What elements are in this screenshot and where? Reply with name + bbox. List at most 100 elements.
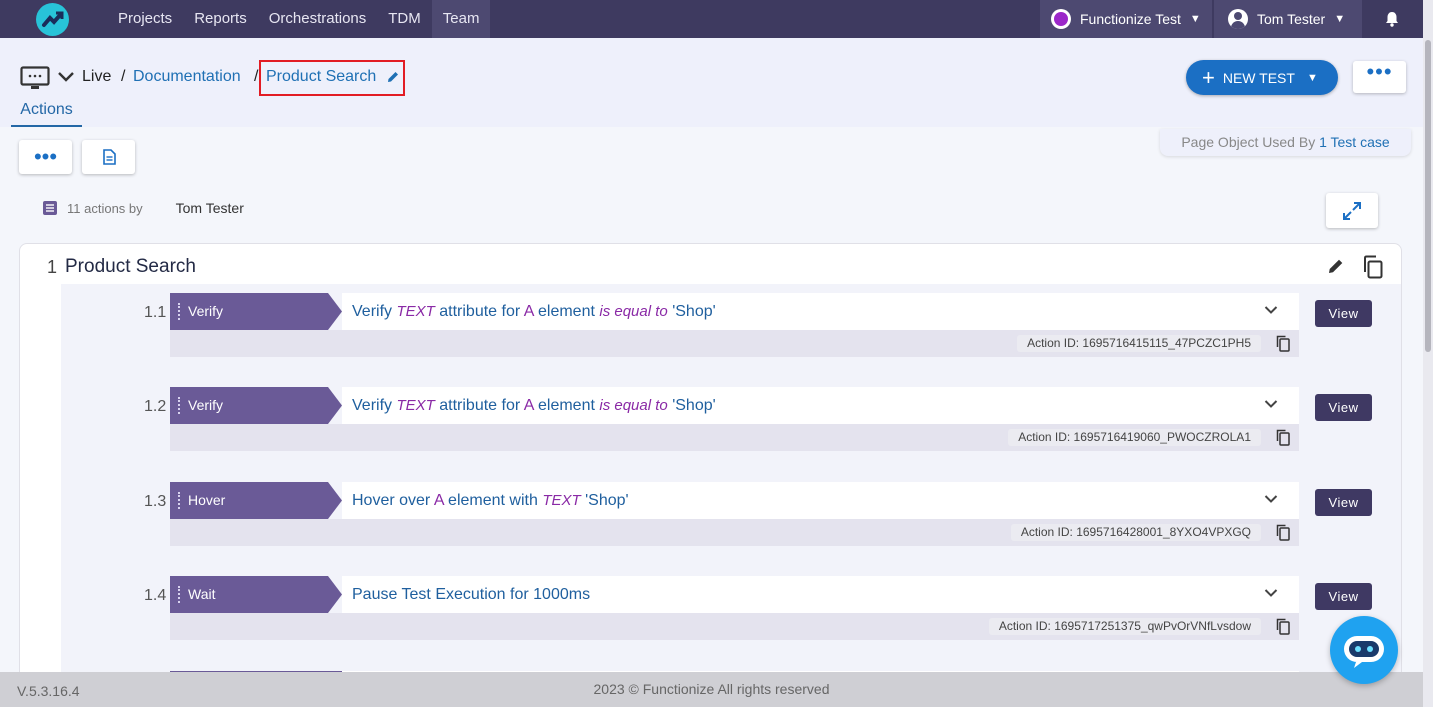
plus-icon: +	[1202, 64, 1215, 90]
action-row: 1.4 Wait Pause Test Execution for 1000ms…	[20, 576, 1401, 656]
action-keyword: TEXT	[396, 303, 435, 320]
breadcrumb-live[interactable]: Live	[82, 67, 111, 87]
nav-projects[interactable]: Projects	[107, 0, 183, 38]
action-type-label[interactable]: Hover	[170, 482, 342, 519]
view-button[interactable]: View	[1315, 583, 1372, 610]
action-description[interactable]: Verify TEXT attribute for A element is e…	[342, 387, 1299, 424]
action-description[interactable]: Hover over A element with TEXT 'Shop'	[342, 482, 1299, 519]
functionize-logo-icon[interactable]	[36, 3, 69, 36]
nav-tdm[interactable]: TDM	[377, 0, 432, 38]
step-title: Product Search	[65, 256, 196, 277]
chatbot-icon	[1344, 636, 1384, 668]
action-keyword: TEXT	[396, 397, 435, 414]
page-object-usage: Page Object Used By 1 Test case	[1160, 129, 1411, 156]
action-element: A	[523, 397, 534, 414]
action-count: 11 actions by	[67, 200, 143, 216]
action-id: Action ID: 1695716415115_47PCZC1PH5	[1017, 335, 1261, 352]
copy-icon[interactable]	[1276, 618, 1290, 635]
new-test-label: NEW TEST	[1222, 69, 1295, 86]
view-button[interactable]: View	[1315, 300, 1372, 327]
drag-handle-icon[interactable]	[178, 492, 180, 509]
action-keyword: is equal to	[599, 397, 668, 414]
breadcrumb-separator: /	[121, 68, 126, 85]
chevron-down-icon[interactable]	[1264, 494, 1278, 504]
chevron-down-icon[interactable]	[1264, 305, 1278, 315]
drag-handle-icon[interactable]	[178, 397, 180, 414]
action-value: 'Shop'	[667, 303, 716, 320]
footer: V.5.3.16.4 2023 © Functionize All rights…	[0, 672, 1423, 707]
chevron-down-icon[interactable]	[1264, 588, 1278, 598]
user-menu[interactable]: Tom Tester ▼	[1214, 0, 1362, 38]
action-text-part: element	[533, 397, 600, 414]
view-button[interactable]: View	[1315, 489, 1372, 516]
page-scrollbar[interactable]	[1423, 0, 1433, 707]
more-actions-button[interactable]: •••	[19, 140, 72, 174]
action-keyword: TEXT	[542, 492, 581, 509]
copy-icon[interactable]	[1276, 524, 1290, 541]
copy-icon[interactable]	[1276, 429, 1290, 446]
chevron-down-icon: ▼	[1189, 13, 1201, 25]
action-id: Action ID: 1695716419060_PWOCZROLA1	[1008, 429, 1261, 446]
page-object-test-case-link[interactable]: 1 Test case	[1319, 134, 1390, 150]
action-text: Hover over A element with TEXT 'Shop'	[352, 482, 629, 519]
action-id-bar: Action ID: 1695716415115_47PCZC1PH5	[170, 330, 1299, 357]
action-id-bar: Action ID: 1695716419060_PWOCZROLA1	[170, 424, 1299, 451]
action-text: Pause Test Execution for 1000ms	[352, 586, 591, 603]
view-button[interactable]: View	[1315, 394, 1372, 421]
nav-orchestrations[interactable]: Orchestrations	[258, 0, 378, 38]
bell-icon[interactable]	[1383, 10, 1401, 28]
tab-actions[interactable]: Actions	[11, 100, 82, 127]
breadcrumb-separator: /	[254, 68, 259, 85]
author-name: Tom Tester	[175, 200, 244, 216]
expand-button[interactable]	[1326, 193, 1378, 228]
org-name: Functionize Test	[1080, 11, 1181, 27]
action-description[interactable]: Verify TEXT attribute for A element is e…	[342, 293, 1299, 330]
drag-handle-icon[interactable]	[178, 303, 180, 320]
action-number: 1.1	[144, 304, 167, 321]
more-options-button[interactable]: •••	[1353, 61, 1406, 93]
step-card: 1 Product Search 1.1 Verify Verify TEXT …	[19, 243, 1402, 683]
breadcrumb-documentation[interactable]: Documentation	[133, 67, 241, 87]
action-element: A	[433, 492, 444, 509]
document-button[interactable]	[82, 140, 135, 174]
nav-reports[interactable]: Reports	[183, 0, 258, 38]
action-text-part: Hover over	[352, 492, 434, 509]
action-type: Hover	[188, 492, 226, 508]
action-row: 1.3 Hover Hover over A element with TEXT…	[20, 482, 1401, 562]
caret-down-icon: ▼	[1306, 71, 1318, 84]
action-description[interactable]: Pause Test Execution for 1000ms	[342, 576, 1299, 613]
drag-handle-icon[interactable]	[178, 586, 180, 603]
chevron-down-icon[interactable]	[57, 70, 75, 84]
action-type-label[interactable]: Verify	[170, 293, 342, 330]
action-type: Verify	[188, 303, 224, 319]
action-value: 'Shop'	[580, 492, 629, 509]
monitor-icon[interactable]	[20, 66, 50, 90]
new-test-button[interactable]: + NEW TEST ▼	[1186, 60, 1338, 95]
action-text-part: Verify	[352, 303, 397, 320]
action-row: 1.1 Verify Verify TEXT attribute for A e…	[20, 293, 1401, 373]
action-text-part: element with	[443, 492, 543, 509]
action-value: 'Shop'	[667, 397, 716, 414]
action-type-label[interactable]: Verify	[170, 387, 342, 424]
chatbot-button[interactable]	[1330, 616, 1398, 684]
list-icon	[43, 201, 57, 215]
action-type-label[interactable]: Wait	[170, 576, 342, 613]
action-text-part: attribute for	[434, 397, 524, 414]
action-id: Action ID: 1695717251375_qwPvOrVNfLvsdow	[988, 618, 1261, 635]
scrollbar-thumb[interactable]	[1425, 40, 1431, 352]
chevron-down-icon: ▼	[1334, 13, 1346, 25]
action-number: 1.4	[144, 587, 167, 604]
action-type: Wait	[188, 586, 216, 602]
copy-icon[interactable]	[1362, 255, 1384, 279]
copy-icon[interactable]	[1276, 335, 1290, 352]
user-name: Tom Tester	[1257, 11, 1326, 27]
nav-team[interactable]: Team	[431, 0, 491, 38]
edit-pencil-icon[interactable]	[1327, 257, 1345, 275]
breadcrumb-current-page[interactable]: Product Search	[266, 67, 376, 87]
org-switcher[interactable]: Functionize Test ▼	[1040, 0, 1212, 38]
action-text: Verify TEXT attribute for A element is e…	[352, 387, 716, 424]
chevron-down-icon[interactable]	[1264, 399, 1278, 409]
edit-pencil-icon[interactable]	[386, 70, 400, 84]
action-text-part: Verify	[352, 397, 397, 414]
action-text-part: element	[533, 303, 600, 320]
